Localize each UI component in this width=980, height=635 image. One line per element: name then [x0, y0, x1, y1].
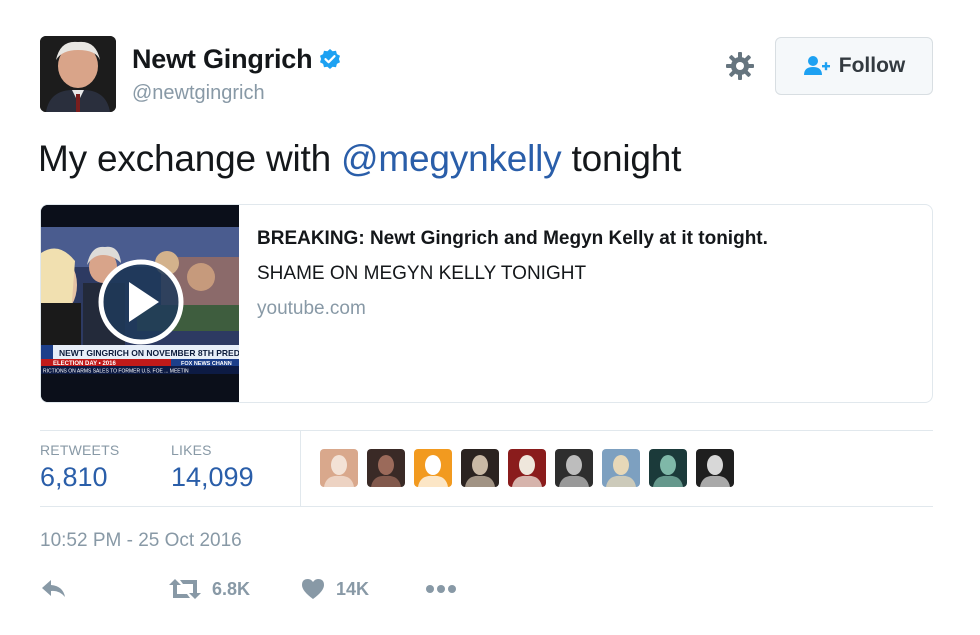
author-avatar[interactable] — [40, 36, 116, 112]
likes-label[interactable]: LIKES — [171, 442, 212, 458]
reply-button[interactable] — [40, 577, 68, 601]
stats-vertical-divider — [300, 430, 301, 506]
retweet-action-count: 6.8K — [212, 578, 251, 599]
user-plus-icon — [803, 56, 830, 75]
more-button[interactable] — [424, 577, 458, 601]
liker-avatar-6[interactable] — [555, 449, 593, 487]
like-button[interactable]: 14K — [300, 577, 369, 601]
link-card[interactable]: NEWT GINGRICH ON NOVEMBER 8TH PREDICTI E… — [40, 204, 933, 403]
tweet-mention-link[interactable]: @megynkelly — [341, 138, 562, 179]
liker-avatar-2[interactable] — [367, 449, 405, 487]
liker-avatar-8-image — [653, 455, 683, 487]
play-icon[interactable] — [98, 259, 184, 345]
tweet-timestamp[interactable]: 10:52 PM - 25 Oct 2016 — [40, 530, 242, 552]
retweet-button[interactable]: 6.8K — [168, 577, 250, 601]
liker-avatar-5-image — [512, 455, 542, 487]
liker-avatar-9[interactable] — [696, 449, 734, 487]
video-thumbnail-image: NEWT GINGRICH ON NOVEMBER 8TH PREDICTI E… — [41, 205, 239, 402]
more-dots-icon — [426, 585, 456, 593]
liker-avatar-7-image — [606, 455, 636, 487]
liker-avatar-3[interactable] — [414, 449, 452, 487]
liker-avatar-6-image — [559, 455, 589, 487]
video-thumbnail[interactable]: NEWT GINGRICH ON NOVEMBER 8TH PREDICTI E… — [41, 205, 239, 402]
likes-count[interactable]: 14,099 — [171, 462, 254, 493]
gear-icon[interactable] — [724, 50, 756, 82]
liker-avatar-7[interactable] — [602, 449, 640, 487]
reply-icon — [42, 580, 65, 597]
heart-icon — [302, 579, 324, 599]
retweets-count[interactable]: 6,810 — [40, 462, 108, 493]
retweet-icon — [169, 579, 201, 599]
retweets-label[interactable]: RETWEETS — [40, 442, 119, 458]
liker-avatar-3-image — [418, 455, 448, 487]
card-domain: youtube.com — [257, 298, 366, 319]
thumbnail-ticker-network: FOX NEWS CHANN — [181, 361, 232, 367]
liker-avatar-1[interactable] — [320, 449, 358, 487]
card-description: SHAME ON MEGYN KELLY TONIGHT — [257, 263, 587, 284]
liker-avatar-1-image — [324, 455, 354, 487]
thumbnail-ticker-election: ELECTION DAY • 2016 — [53, 361, 116, 367]
author-display-name[interactable]: Newt Gingrich — [132, 44, 313, 75]
stats-bottom-divider — [40, 506, 933, 507]
liker-avatar-5[interactable] — [508, 449, 546, 487]
author-name-row: Newt Gingrich — [132, 44, 342, 75]
tweet-text-after: tonight — [561, 138, 682, 179]
verified-badge-icon — [320, 48, 341, 69]
card-title[interactable]: BREAKING: Newt Gingrich and Megyn Kelly … — [257, 228, 768, 250]
follow-button[interactable]: Follow — [775, 37, 933, 95]
like-action-count: 14K — [336, 578, 370, 599]
liker-avatar-4[interactable] — [461, 449, 499, 487]
liker-avatar-8[interactable] — [649, 449, 687, 487]
thumbnail-ticker-headline: NEWT GINGRICH ON NOVEMBER 8TH PREDICTI — [59, 348, 239, 358]
follow-button-label: Follow — [838, 54, 906, 77]
author-avatar-image — [40, 36, 116, 112]
author-handle[interactable]: @newtgingrich — [132, 82, 265, 105]
thumbnail-ticker-crawl: RICTIONS ON ARMS SALES TO FORMER U.S. FO… — [43, 369, 189, 375]
liker-avatars — [320, 449, 734, 487]
tweet-text: My exchange with @megynkelly tonight — [38, 138, 681, 180]
stats-top-divider — [40, 430, 933, 431]
liker-avatar-4-image — [465, 455, 495, 487]
liker-avatar-2-image — [371, 455, 401, 487]
liker-avatar-9-image — [700, 455, 730, 487]
tweet-text-before: My exchange with — [38, 138, 342, 179]
